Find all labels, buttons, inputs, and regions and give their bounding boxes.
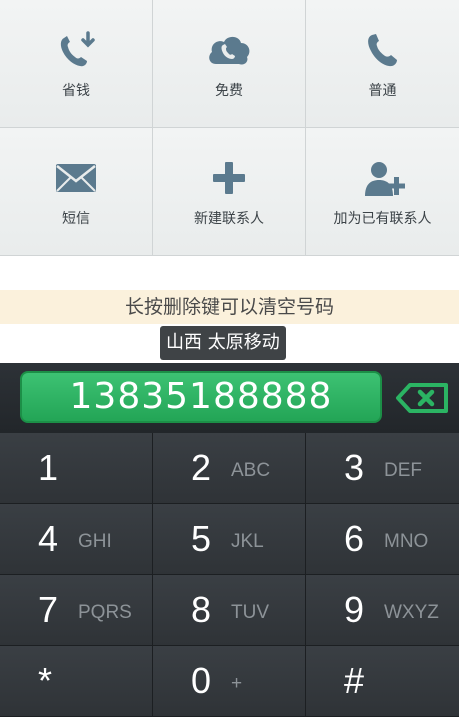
dialer-screen: 省钱 免费 普通 短信 新建联系人 加为已有联系人 长按删除键可以清空号码 山西…	[0, 0, 459, 717]
phone-down-arrow-icon	[53, 30, 99, 70]
key-letters: PQRS	[78, 602, 132, 623]
action-label: 免费	[215, 83, 243, 99]
key-digit: 4	[38, 518, 59, 559]
action-label: 新建联系人	[194, 211, 264, 227]
normal-call-button[interactable]: 普通	[306, 0, 459, 128]
key-2[interactable]: 2 ABC	[153, 433, 306, 504]
key-digit: 7	[38, 589, 59, 630]
key-3[interactable]: 3 DEF	[306, 433, 459, 504]
new-contact-button[interactable]: 新建联系人	[153, 128, 306, 256]
call-actions-grid: 省钱 免费 普通 短信 新建联系人 加为已有联系人	[0, 0, 459, 256]
key-digit: 5	[191, 518, 212, 559]
key-9[interactable]: 9 WXYZ	[306, 575, 459, 646]
backspace-icon[interactable]	[394, 381, 450, 415]
key-letters: WXYZ	[384, 602, 439, 623]
key-letters: GHI	[78, 531, 112, 552]
cloud-phone-icon	[206, 30, 252, 70]
key-4[interactable]: 4 GHI	[0, 504, 153, 575]
envelope-icon	[53, 158, 99, 198]
dialed-number-field[interactable]: 13835188888	[20, 371, 382, 423]
action-label: 加为已有联系人	[333, 211, 432, 227]
key-digit: #	[344, 660, 365, 701]
key-digit: 1	[38, 447, 59, 488]
hint-banner: 长按删除键可以清空号码	[0, 290, 459, 324]
key-digit: 3	[344, 447, 365, 488]
phone-icon	[360, 30, 406, 70]
dial-keypad: 1 2 ABC 3 DEF 4 GHI 5 JKL 6 MNO 7 PQRS 8	[0, 433, 459, 717]
key-5[interactable]: 5 JKL	[153, 504, 306, 575]
sms-button[interactable]: 短信	[0, 128, 153, 256]
key-letters: ABC	[231, 460, 271, 481]
action-label: 普通	[368, 83, 397, 99]
key-digit: 6	[344, 518, 365, 559]
key-digit: 0	[191, 660, 212, 701]
action-label: 短信	[62, 211, 90, 227]
plus-icon	[206, 158, 252, 198]
key-letters: JKL	[231, 531, 264, 552]
key-letters: TUV	[231, 602, 269, 623]
key-6[interactable]: 6 MNO	[306, 504, 459, 575]
save-money-call-button[interactable]: 省钱	[0, 0, 153, 128]
key-star[interactable]: *	[0, 646, 153, 717]
key-digit: 2	[191, 447, 212, 488]
action-label: 省钱	[62, 83, 90, 99]
add-contact-icon	[360, 158, 406, 198]
key-digit: 9	[344, 589, 365, 630]
key-digit: *	[38, 660, 53, 701]
add-to-existing-contact-button[interactable]: 加为已有联系人	[306, 128, 459, 256]
number-location-tooltip: 山西 太原移动	[160, 326, 286, 360]
free-call-button[interactable]: 免费	[153, 0, 306, 128]
key-hash[interactable]: #	[306, 646, 459, 717]
key-digit: 8	[191, 589, 212, 630]
key-letters: DEF	[384, 460, 422, 481]
key-7[interactable]: 7 PQRS	[0, 575, 153, 646]
key-0[interactable]: 0 +	[153, 646, 306, 717]
key-8[interactable]: 8 TUV	[153, 575, 306, 646]
key-letters: +	[231, 673, 243, 694]
key-letters: MNO	[384, 531, 429, 552]
number-bar: 13835188888	[0, 363, 459, 433]
key-1[interactable]: 1	[0, 433, 153, 504]
